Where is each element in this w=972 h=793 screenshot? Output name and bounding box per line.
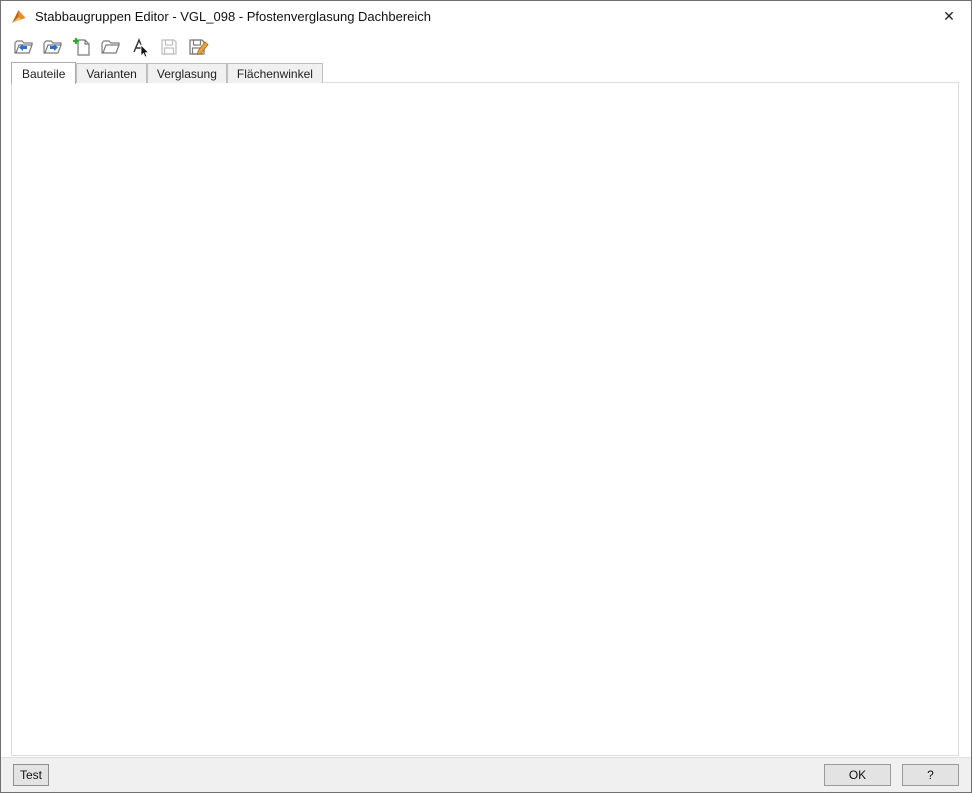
open-assembly-button[interactable] [98,34,124,60]
save-disk-icon-disabled [158,36,180,58]
export-assembly-button[interactable] [40,34,66,60]
help-button[interactable]: ? [902,764,959,786]
new-file-icon [71,36,93,58]
stabbaugruppen-editor-dialog: Stabbaugruppen Editor - VGL_098 - Pfoste… [0,0,972,793]
folder-export-icon [42,36,64,58]
rename-assembly-button[interactable] [127,34,153,60]
title-bar: Stabbaugruppen Editor - VGL_098 - Pfoste… [1,1,971,31]
save-as-disk-pencil-icon [187,36,209,58]
edit-label-icon [129,36,151,58]
save-button[interactable] [156,34,182,60]
window-title: Stabbaugruppen Editor - VGL_098 - Pfoste… [35,9,431,24]
close-button[interactable]: ✕ [927,1,971,31]
footer-bar: Test OK ? [1,757,971,793]
folder-import-icon [13,36,35,58]
tab-strip: Bauteile Varianten Verglasung Flächenwin… [11,63,323,83]
tab-flaechenwinkel[interactable]: Flächenwinkel [227,63,323,83]
test-button[interactable]: Test [13,764,49,786]
app-logo-icon [10,8,27,25]
save-as-button[interactable] [185,34,211,60]
toolbar [1,31,971,63]
import-assembly-button[interactable] [11,34,37,60]
ok-button[interactable]: OK [824,764,891,786]
tab-varianten[interactable]: Varianten [76,63,146,83]
new-assembly-button[interactable] [69,34,95,60]
tab-verglasung[interactable]: Verglasung [147,63,227,83]
tab-bauteile[interactable]: Bauteile [11,62,76,84]
open-folder-icon [100,36,122,58]
tab-page-bauteile [11,82,959,756]
